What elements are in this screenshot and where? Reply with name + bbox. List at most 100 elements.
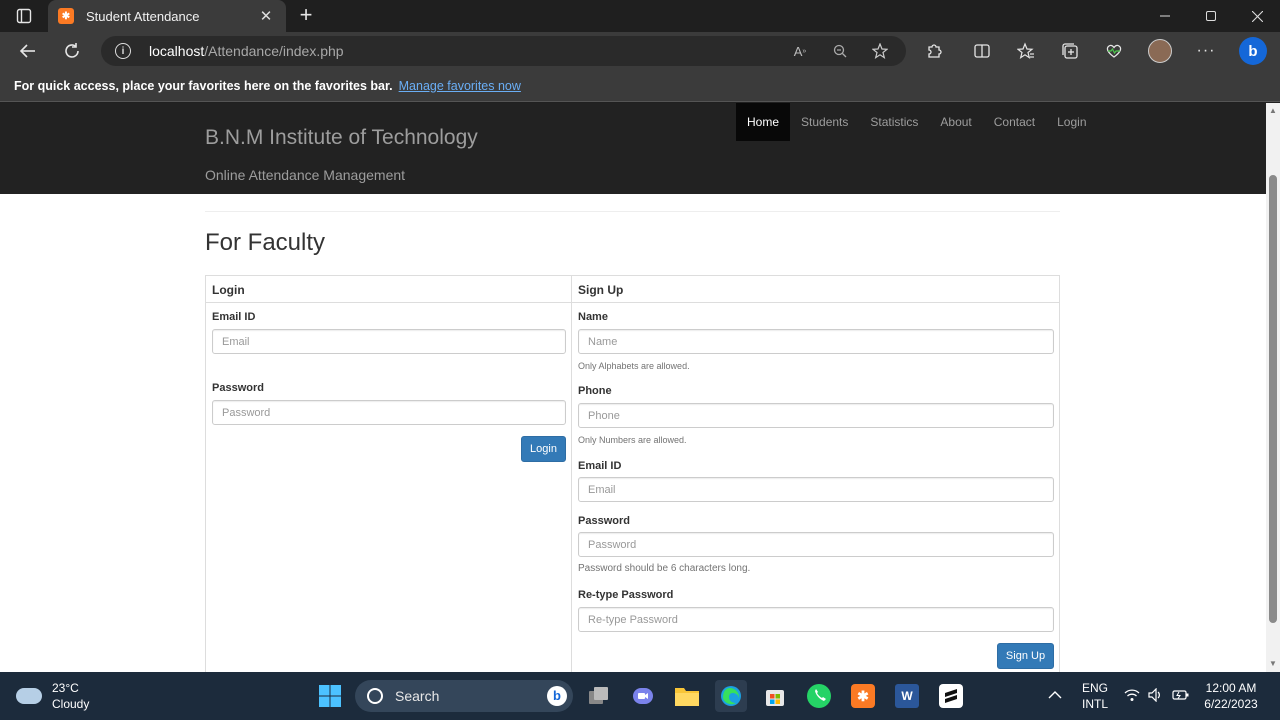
nav-students[interactable]: Students bbox=[790, 103, 859, 141]
page-scrollbar[interactable]: ▲ ▼ bbox=[1266, 103, 1280, 672]
refresh-icon[interactable] bbox=[58, 37, 86, 65]
nav-login[interactable]: Login bbox=[1046, 103, 1097, 141]
favbar-message: For quick access, place your favorites h… bbox=[14, 78, 393, 93]
signup-phone-help: Only Numbers are allowed. bbox=[578, 435, 687, 445]
login-heading: Login bbox=[206, 276, 571, 303]
login-button[interactable]: Login bbox=[521, 436, 566, 462]
nav-home[interactable]: Home bbox=[736, 103, 791, 141]
xampp-icon[interactable]: ✱ bbox=[847, 680, 879, 712]
weather-widget[interactable]: 23°C Cloudy bbox=[16, 680, 89, 712]
browser-tab[interactable]: ✱ Student Attendance ✕ bbox=[48, 0, 286, 32]
page-viewport: B.N.M Institute of Technology Online Att… bbox=[0, 103, 1266, 672]
signup-name-help: Only Alphabets are allowed. bbox=[578, 361, 690, 371]
maximize-icon[interactable] bbox=[1188, 0, 1234, 32]
show-hidden-icons-icon[interactable] bbox=[1048, 688, 1062, 704]
search-icon bbox=[367, 688, 383, 704]
task-view-icon[interactable] bbox=[583, 680, 615, 712]
login-password-input[interactable]: Password bbox=[212, 400, 566, 425]
taskbar-search[interactable]: Search b bbox=[355, 680, 573, 712]
scroll-up-icon[interactable]: ▲ bbox=[1269, 107, 1277, 115]
language-indicator[interactable]: ENG INTL bbox=[1080, 680, 1110, 712]
read-aloud-icon[interactable]: A» bbox=[791, 42, 809, 60]
site-nav: Home Students Statistics About Contact L… bbox=[736, 103, 1098, 141]
teams-chat-icon[interactable] bbox=[627, 680, 659, 712]
language-code: ENG bbox=[1081, 681, 1108, 695]
bing-search-icon: b bbox=[547, 686, 567, 706]
volume-icon[interactable] bbox=[1148, 687, 1164, 706]
nav-about[interactable]: About bbox=[929, 103, 982, 141]
signup-email-input[interactable]: Email bbox=[578, 477, 1054, 502]
tab-title: Student Attendance bbox=[86, 8, 200, 24]
signup-retype-input[interactable]: Re-type Password bbox=[578, 607, 1054, 632]
login-email-label: Email ID bbox=[212, 311, 256, 323]
signup-phone-input[interactable]: Phone bbox=[578, 403, 1054, 428]
wifi-icon[interactable] bbox=[1124, 688, 1140, 706]
collections-icon[interactable] bbox=[1056, 37, 1084, 65]
more-menu-icon[interactable]: ··· bbox=[1192, 37, 1220, 65]
site-brand[interactable]: B.N.M Institute of Technology bbox=[205, 126, 478, 150]
site-info-icon[interactable]: i bbox=[115, 43, 131, 59]
login-email-input[interactable]: Email bbox=[212, 329, 566, 354]
taskbar-search-label: Search bbox=[395, 688, 440, 704]
favorites-icon[interactable] bbox=[1012, 37, 1040, 65]
cloud-icon bbox=[16, 688, 42, 704]
profile-avatar[interactable] bbox=[1146, 37, 1174, 65]
signup-password-label: Password bbox=[578, 515, 630, 527]
word-icon[interactable]: W bbox=[891, 680, 923, 712]
xampp-favicon-icon: ✱ bbox=[58, 8, 74, 24]
url-path: /Attendance/index.php bbox=[204, 43, 344, 59]
windows-start-icon[interactable] bbox=[314, 680, 346, 712]
weather-temp: 23°C bbox=[52, 681, 79, 695]
clock[interactable]: 12:00 AM 6/22/2023 bbox=[1198, 680, 1264, 712]
manage-favorites-link[interactable]: Manage favorites now bbox=[399, 79, 521, 93]
sublime-text-icon[interactable] bbox=[935, 680, 967, 712]
tab-close-icon[interactable]: ✕ bbox=[256, 7, 276, 25]
address-bar[interactable]: i localhost/Attendance/index.php A» bbox=[101, 36, 906, 66]
tab-strip: ✱ Student Attendance ✕ + bbox=[0, 0, 1280, 32]
browser-essentials-icon[interactable] bbox=[1100, 37, 1128, 65]
divider bbox=[205, 211, 1060, 212]
weather-condition: Cloudy bbox=[52, 697, 90, 711]
new-tab-button[interactable]: + bbox=[294, 4, 318, 28]
browser-toolbar: i localhost/Attendance/index.php A» ··· … bbox=[0, 32, 1280, 70]
edge-browser-icon[interactable] bbox=[715, 680, 747, 712]
signup-name-input[interactable]: Name bbox=[578, 329, 1054, 354]
login-panel: Login Email ID Email Password Password L… bbox=[205, 275, 572, 672]
signup-password-input[interactable]: Password bbox=[578, 532, 1054, 557]
tab-actions-icon bbox=[16, 8, 32, 24]
nav-contact[interactable]: Contact bbox=[983, 103, 1046, 141]
signup-panel: Sign Up Name Name Only Alphabets are all… bbox=[571, 275, 1060, 672]
scroll-down-icon[interactable]: ▼ bbox=[1269, 660, 1277, 668]
whatsapp-icon[interactable] bbox=[803, 680, 835, 712]
minimize-icon[interactable] bbox=[1142, 0, 1188, 32]
signup-retype-label: Re-type Password bbox=[578, 589, 674, 601]
url-host: localhost bbox=[149, 43, 205, 59]
scroll-thumb[interactable] bbox=[1269, 175, 1277, 623]
windows-taskbar: 23°C Cloudy Search b ✱ W ENG INTL 12:00 … bbox=[0, 672, 1280, 720]
signup-heading: Sign Up bbox=[572, 276, 1059, 303]
split-screen-icon[interactable] bbox=[968, 37, 996, 65]
favorite-star-icon[interactable] bbox=[871, 42, 889, 60]
keyboard-layout: INTL bbox=[1081, 697, 1108, 711]
tab-actions-button[interactable] bbox=[8, 4, 40, 28]
page-title: For Faculty bbox=[205, 229, 326, 256]
extensions-icon[interactable] bbox=[920, 37, 948, 65]
battery-icon[interactable] bbox=[1172, 688, 1190, 706]
file-explorer-icon[interactable] bbox=[671, 680, 703, 712]
signup-button[interactable]: Sign Up bbox=[997, 643, 1054, 669]
favorites-bar: For quick access, place your favorites h… bbox=[0, 70, 1280, 102]
clock-time: 12:00 AM bbox=[1205, 681, 1257, 695]
clock-date: 6/22/2023 bbox=[1204, 697, 1258, 711]
signup-password-help: Password should be 6 characters long. bbox=[578, 563, 751, 574]
site-tagline: Online Attendance Management bbox=[205, 167, 406, 183]
site-navbar: B.N.M Institute of Technology Online Att… bbox=[0, 103, 1266, 194]
back-arrow-icon[interactable] bbox=[14, 37, 42, 65]
nav-statistics[interactable]: Statistics bbox=[859, 103, 929, 141]
microsoft-store-icon[interactable] bbox=[759, 680, 791, 712]
signup-name-label: Name bbox=[578, 311, 608, 323]
zoom-icon[interactable] bbox=[831, 42, 849, 60]
signup-email-label: Email ID bbox=[578, 460, 622, 472]
close-window-icon[interactable] bbox=[1234, 0, 1280, 32]
login-password-label: Password bbox=[212, 382, 264, 394]
bing-copilot-icon[interactable]: b bbox=[1238, 36, 1268, 66]
